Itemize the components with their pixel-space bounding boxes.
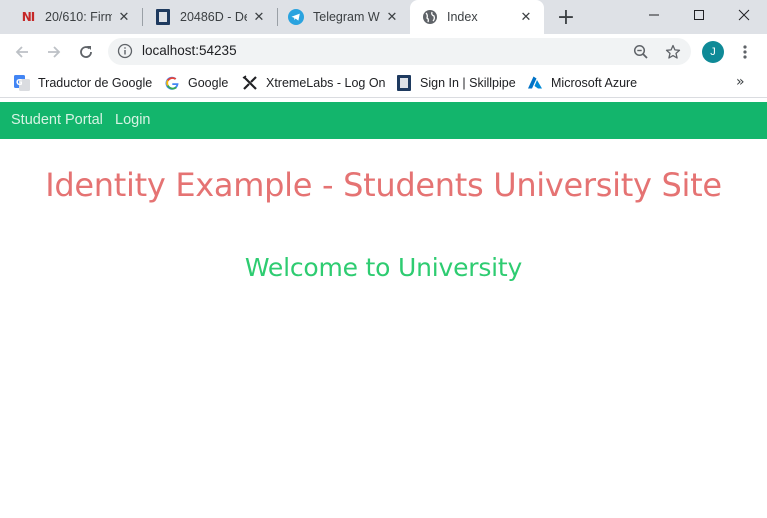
nav-login-link[interactable]: Login — [115, 112, 150, 128]
back-icon[interactable] — [8, 38, 36, 66]
url-text[interactable]: localhost:54235 — [142, 43, 237, 58]
kebab-menu-icon[interactable] — [735, 41, 755, 63]
bookmark-label: Microsoft Azure — [551, 76, 638, 90]
azure-icon — [527, 75, 543, 91]
close-window-icon[interactable] — [721, 0, 767, 30]
tab-index[interactable]: Index ✕ — [410, 0, 544, 34]
bookmark-label: Sign In | Skillpipe — [420, 76, 516, 90]
site-navbar: Student Portal Login — [0, 102, 767, 139]
tab-close-icon[interactable]: ✕ — [116, 9, 132, 25]
bookmark-google-translate[interactable]: G Traductor de Google — [14, 74, 152, 92]
site-info-icon[interactable] — [117, 43, 133, 59]
tab-strip: NI 20/610: Firma ✕ 20486D - De ✕ Telegra… — [0, 0, 767, 34]
bookmark-skillpipe[interactable]: Sign In | Skillpipe — [396, 74, 516, 92]
bookmark-label: Traductor de Google — [38, 76, 153, 90]
forward-icon[interactable] — [40, 38, 68, 66]
google-icon — [164, 75, 180, 91]
tab-firma[interactable]: NI 20/610: Firma ✕ — [0, 0, 142, 34]
tab-title: 20/610: Firma — [45, 10, 112, 24]
book-favicon-icon — [155, 9, 171, 25]
bookmark-star-icon[interactable] — [662, 41, 684, 63]
tab-telegram[interactable]: Telegram We ✕ — [268, 0, 410, 34]
xtremelabs-icon — [242, 75, 258, 91]
tab-close-icon[interactable]: ✕ — [251, 9, 267, 25]
svg-text:G: G — [16, 78, 23, 87]
bookmark-label: Google — [188, 76, 229, 90]
tab-20486d[interactable]: 20486D - De ✕ — [135, 0, 277, 34]
new-tab-button[interactable]: + — [554, 5, 578, 30]
skillpipe-icon — [396, 75, 412, 91]
google-translate-icon: G — [14, 75, 30, 91]
page-title: Identity Example - Students University S… — [45, 166, 722, 204]
tab-title: 20486D - De — [180, 10, 247, 24]
ni-favicon-icon: NI — [21, 10, 35, 24]
page-content: Student Portal Login Identity Example - … — [0, 102, 767, 518]
tab-close-icon[interactable]: ✕ — [518, 9, 534, 25]
bookmark-google[interactable]: Google — [164, 74, 228, 92]
bookmarks-bar: G Traductor de Google Google XtremeLabs … — [0, 69, 767, 98]
reload-icon[interactable] — [72, 38, 100, 66]
bookmark-xtremelabs[interactable]: XtremeLabs - Log On — [242, 74, 386, 92]
tab-title: Index — [447, 10, 478, 24]
telegram-icon — [288, 9, 304, 25]
bookmark-label: XtremeLabs - Log On — [266, 76, 386, 90]
bookmark-microsoft-azure[interactable]: Microsoft Azure — [527, 74, 637, 92]
browser-toolbar: localhost:54235 J — [0, 34, 767, 69]
maximize-icon[interactable] — [676, 0, 722, 30]
address-bar[interactable]: localhost:54235 — [108, 38, 691, 65]
tab-title: Telegram We — [313, 10, 380, 24]
tab-close-icon[interactable]: ✕ — [384, 9, 400, 25]
minimize-icon[interactable] — [631, 0, 677, 30]
welcome-heading: Welcome to University — [244, 253, 523, 282]
profile-avatar[interactable]: J — [702, 41, 724, 63]
globe-icon — [422, 9, 438, 25]
bookmarks-overflow-icon[interactable]: » — [736, 74, 745, 90]
nav-brand-link[interactable]: Student Portal — [11, 112, 103, 128]
zoom-out-icon[interactable] — [630, 41, 652, 63]
